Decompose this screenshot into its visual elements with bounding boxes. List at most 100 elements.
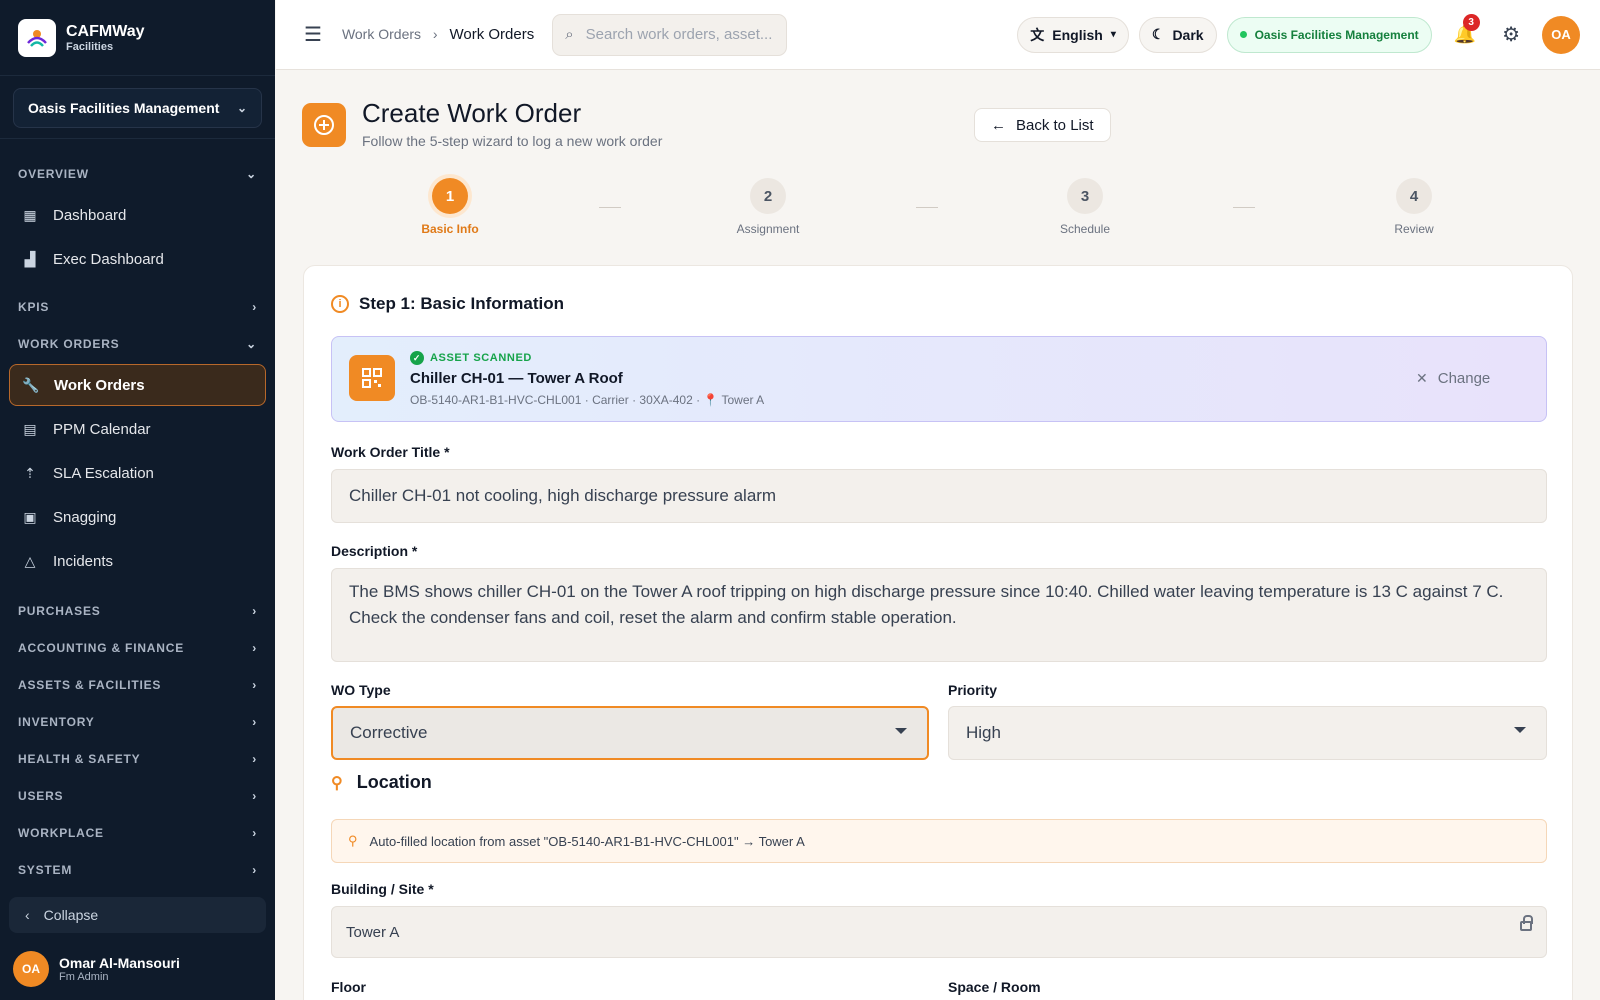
step-label: Schedule xyxy=(1059,222,1111,236)
notifications-button[interactable]: 🔔 3 xyxy=(1454,14,1480,45)
breadcrumb-link[interactable]: Work Orders xyxy=(342,26,421,42)
section-workplace[interactable]: WORKPLACE › xyxy=(0,814,275,851)
description-textarea[interactable]: The BMS shows chiller CH-01 on the Tower… xyxy=(331,568,1547,662)
section-work-orders[interactable]: WORK ORDERS ⌄ xyxy=(0,325,275,362)
breadcrumb: Work Orders › Work Orders xyxy=(342,26,534,43)
back-to-list-button[interactable]: ← Back to List xyxy=(974,108,1111,142)
section-label: KPIS xyxy=(18,299,50,314)
step-connector xyxy=(599,207,621,208)
user-profile[interactable]: OA Omar Al-Mansouri Fm Admin xyxy=(13,951,180,987)
wizard-step-4[interactable]: 4 Review xyxy=(1354,178,1474,236)
chevron-right-icon: › xyxy=(252,299,257,314)
theme-toggle[interactable]: ☾ Dark xyxy=(1138,16,1217,53)
map-pin-icon: ⚲ xyxy=(331,774,343,792)
space-room-label: Space / Room xyxy=(948,979,1041,995)
asset-meta: OB-5140-AR1-B1-HVC-CHL001 · Carrier · 30… xyxy=(410,393,765,407)
org-selector-label: Oasis Facilities Management xyxy=(28,100,220,116)
sidebar-item-exec-dashboard[interactable]: ▟ Exec Dashboard xyxy=(9,238,266,280)
section-accounting-finance[interactable]: ACCOUNTING & FINANCE › xyxy=(0,629,275,666)
org-selector[interactable]: Oasis Facilities Management ⌄ xyxy=(13,88,262,128)
sidebar-item-ppm-calendar[interactable]: ▤ PPM Calendar xyxy=(9,408,266,450)
sidebar-item-snagging[interactable]: ▣ Snagging xyxy=(9,496,266,538)
floor-label: Floor xyxy=(331,979,366,995)
section-title: i Step 1: Basic Information xyxy=(331,294,564,314)
sidebar-item-dashboard[interactable]: ▦ Dashboard xyxy=(9,194,266,236)
chevron-right-icon: › xyxy=(252,751,257,766)
wizard-step-1[interactable]: 1 Basic Info xyxy=(390,178,510,236)
page-title: Create Work Order xyxy=(362,98,582,128)
user-role: Fm Admin xyxy=(59,971,109,983)
caret-down-icon xyxy=(895,728,907,734)
location-title-text: Location xyxy=(356,772,432,792)
search-icon: ⌕ xyxy=(565,26,574,43)
wizard-step-2[interactable]: 2 Assignment xyxy=(708,178,828,236)
autofill-notice: ⚲ Auto-filled location from asset "OB-51… xyxy=(331,819,1547,863)
change-label: Change xyxy=(1437,370,1491,387)
avatar[interactable]: OA xyxy=(1542,15,1580,54)
change-asset-button[interactable]: ✕ Change xyxy=(1416,370,1546,387)
language-selector[interactable]: 文 English ▾ xyxy=(1017,16,1129,53)
scanned-asset-banner: ✓ ASSET SCANNED Chiller CH-01 — Tower A … xyxy=(331,336,1547,422)
arrow-left-icon: ← xyxy=(991,116,1006,134)
search-input[interactable]: ⌕ Search work orders, asset... xyxy=(552,13,788,56)
wo-type-select[interactable]: Corrective xyxy=(331,706,929,760)
collapse-button[interactable]: ‹ Collapse xyxy=(9,897,266,933)
title-label: Work Order Title * xyxy=(331,444,450,460)
caret-down-icon: ▾ xyxy=(1110,29,1116,40)
priority-select[interactable]: High xyxy=(948,706,1547,760)
sidebar-item-work-orders[interactable]: 🔧 Work Orders xyxy=(9,364,266,406)
asset-name: Chiller CH-01 — Tower A Roof xyxy=(410,370,623,387)
brand-subtitle: Facilities xyxy=(66,40,114,53)
building-site-input[interactable]: Tower A xyxy=(331,906,1547,958)
section-inventory[interactable]: INVENTORY › xyxy=(0,703,275,740)
org-status-badge[interactable]: Oasis Facilities Management xyxy=(1226,16,1432,53)
autofill-text: Auto-filled location from asset "OB-5140… xyxy=(369,833,805,849)
close-icon: ✕ xyxy=(1416,370,1428,386)
section-label: HEALTH & SAFETY xyxy=(18,751,141,766)
theme-label: Dark xyxy=(1172,26,1204,43)
title-value: Chiller CH-01 not cooling, high discharg… xyxy=(349,486,777,505)
description-label: Description * xyxy=(331,543,418,559)
avatar: OA xyxy=(13,951,49,987)
search-placeholder: Search work orders, asset... xyxy=(585,26,773,43)
wizard-step-3[interactable]: 3 Schedule xyxy=(1025,178,1145,236)
section-purchases[interactable]: PURCHASES › xyxy=(0,592,275,629)
section-assets-facilities[interactable]: ASSETS & FACILITIES › xyxy=(0,666,275,703)
wrench-icon: 🔧 xyxy=(22,376,40,393)
section-system[interactable]: SYSTEM › xyxy=(0,851,275,888)
brand-name: CAFMWay xyxy=(66,22,145,40)
section-users[interactable]: USERS › xyxy=(0,777,275,814)
sidebar: CAFMWay Facilities Oasis Facilities Mana… xyxy=(0,0,275,1000)
step-number: 1 xyxy=(432,178,468,214)
section-overview[interactable]: OVERVIEW ⌄ xyxy=(0,155,275,192)
check-circle-icon: ✓ xyxy=(410,351,424,365)
gear-icon[interactable]: ⚙ xyxy=(1502,22,1520,47)
section-label: USERS xyxy=(18,788,64,803)
building-label: Building / Site * xyxy=(331,881,434,897)
status-dot xyxy=(1239,31,1247,38)
sidebar-item-label: Work Orders xyxy=(54,376,145,394)
work-order-title-input[interactable]: Chiller CH-01 not cooling, high discharg… xyxy=(331,469,1547,523)
chevron-right-icon: › xyxy=(252,862,257,877)
lock-icon xyxy=(1520,915,1533,931)
chevron-down-icon: ⌄ xyxy=(246,166,257,181)
chevron-right-icon: › xyxy=(252,714,257,729)
section-label: WORK ORDERS xyxy=(18,336,120,351)
calendar-icon: ▤ xyxy=(23,420,37,437)
collapse-label: Collapse xyxy=(43,907,99,923)
brand[interactable]: CAFMWay Facilities xyxy=(0,0,275,76)
sidebar-item-incidents[interactable]: △ Incidents xyxy=(9,540,266,582)
chevron-right-icon: › xyxy=(252,603,257,618)
sidebar-item-sla-escalation[interactable]: ⇡ SLA Escalation xyxy=(9,452,266,494)
step-label: Review xyxy=(1394,222,1434,236)
sidebar-item-label: Dashboard xyxy=(53,206,127,224)
chevron-right-icon: › xyxy=(252,825,257,840)
chevron-left-icon: ‹ xyxy=(25,907,30,923)
back-label: Back to List xyxy=(1016,116,1094,134)
sidebar-item-label: PPM Calendar xyxy=(53,420,151,438)
section-health-safety[interactable]: HEALTH & SAFETY › xyxy=(0,740,275,777)
hamburger-menu-icon[interactable]: ☰ xyxy=(304,22,322,47)
section-label: OVERVIEW xyxy=(18,166,89,181)
logo-icon xyxy=(18,18,56,57)
section-kpis[interactable]: KPIS › xyxy=(0,288,275,325)
